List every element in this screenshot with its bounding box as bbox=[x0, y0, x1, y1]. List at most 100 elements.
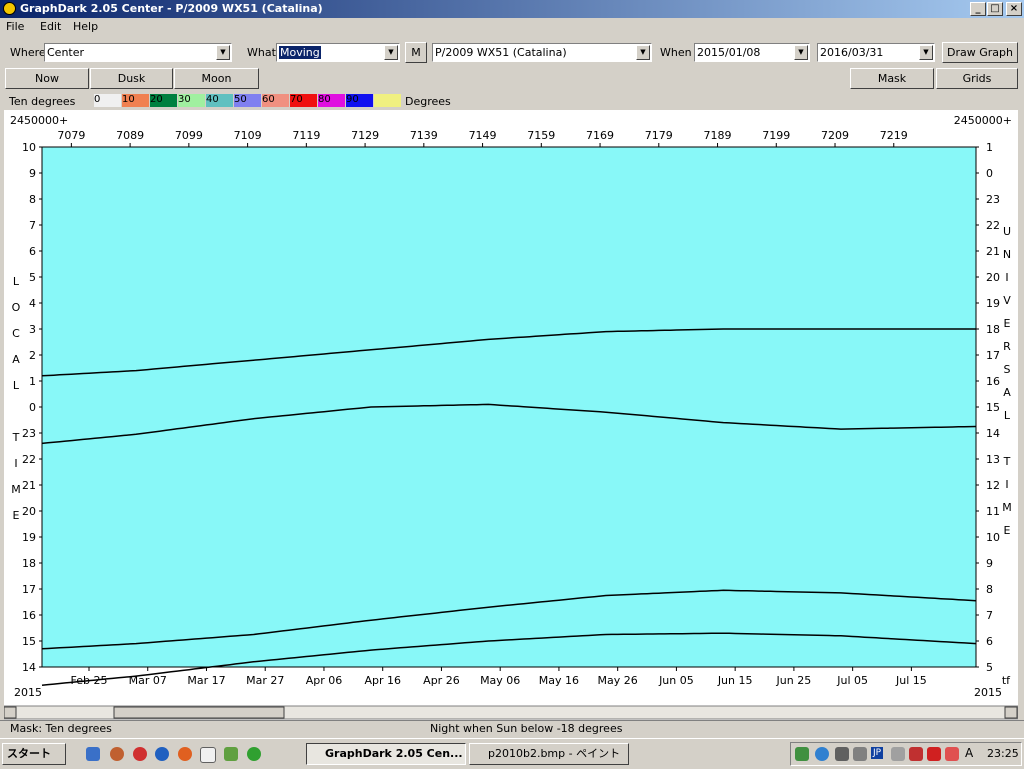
menu-help[interactable]: Help bbox=[73, 20, 98, 33]
mask-button[interactable]: Mask bbox=[850, 68, 934, 89]
quicklaunch-desktop-icon[interactable] bbox=[86, 747, 100, 761]
left-tick-label: 6 bbox=[29, 245, 36, 258]
top-tick-label: 7109 bbox=[234, 129, 262, 142]
legend-swatch: 0 bbox=[94, 94, 121, 107]
left-tick-label: 15 bbox=[22, 635, 36, 648]
right-axis-letter: V bbox=[1003, 294, 1011, 307]
top-tick-label: 7089 bbox=[116, 129, 144, 142]
tray-ime-indicator[interactable]: JP bbox=[871, 747, 884, 759]
scrollbar-thumb[interactable] bbox=[113, 706, 285, 719]
quicklaunch-app-icon[interactable] bbox=[110, 747, 124, 761]
grids-button[interactable]: Grids bbox=[936, 68, 1018, 89]
bottom-tick-label: Feb 25 bbox=[71, 674, 108, 687]
right-tick-label: 8 bbox=[986, 583, 993, 596]
task-paint[interactable]: p2010b2.bmp - ペイント bbox=[469, 743, 629, 765]
top-tick-label: 7099 bbox=[175, 129, 203, 142]
right-tick-label: 6 bbox=[986, 635, 993, 648]
left-tick-label: 17 bbox=[22, 583, 36, 596]
right-tick-label: 13 bbox=[986, 453, 1000, 466]
left-axis-letter: O bbox=[12, 301, 21, 314]
bottom-tick-label: Apr 26 bbox=[423, 674, 460, 687]
right-tick-label: 20 bbox=[986, 271, 1000, 284]
m-button[interactable]: M bbox=[405, 42, 427, 63]
top-axis-prefix-right: 2450000+ bbox=[954, 114, 1012, 127]
status-bar: Mask: Ten degrees Night when Sun below -… bbox=[0, 720, 1024, 735]
tray-app-icon[interactable] bbox=[909, 747, 923, 761]
left-axis-letter: I bbox=[14, 457, 17, 470]
object-value: P/2009 WX51 (Catalina) bbox=[435, 46, 567, 59]
start-date-select[interactable]: 2015/01/08 ▼ bbox=[694, 43, 810, 62]
right-tick-label: 23 bbox=[986, 193, 1000, 206]
left-tick-label: 18 bbox=[22, 557, 36, 570]
moon-button[interactable]: Moon bbox=[174, 68, 259, 89]
right-axis-letter: I bbox=[1005, 478, 1008, 491]
tray-ime-mode[interactable]: A bbox=[965, 746, 973, 760]
quicklaunch-browser-icon[interactable] bbox=[155, 747, 169, 761]
right-tick-label: 9 bbox=[986, 557, 993, 570]
bottom-tick-label: Mar 17 bbox=[187, 674, 225, 687]
top-axis-prefix-left: 2450000+ bbox=[10, 114, 68, 127]
when-label: When bbox=[660, 46, 692, 59]
where-select[interactable]: Center ▼ bbox=[44, 43, 232, 62]
what-select[interactable]: Moving ▼ bbox=[276, 43, 400, 62]
left-axis-letter: L bbox=[13, 275, 20, 288]
chevron-down-icon: ▼ bbox=[794, 45, 808, 60]
quicklaunch-firefox-icon[interactable] bbox=[178, 747, 192, 761]
legend-swatch: 20 bbox=[150, 94, 177, 107]
right-axis-letter: T bbox=[1003, 455, 1011, 468]
tray-volume-icon[interactable] bbox=[853, 747, 867, 761]
object-select[interactable]: P/2009 WX51 (Catalina) ▼ bbox=[432, 43, 652, 62]
top-tick-label: 7209 bbox=[821, 129, 849, 142]
quicklaunch-music-icon[interactable] bbox=[224, 747, 238, 761]
now-button[interactable]: Now bbox=[5, 68, 89, 89]
top-tick-label: 7159 bbox=[527, 129, 555, 142]
start-button[interactable]: スタート bbox=[2, 743, 66, 765]
menu-file[interactable]: File bbox=[6, 20, 24, 33]
right-axis-letter: M bbox=[1002, 501, 1012, 514]
right-tick-label: 12 bbox=[986, 479, 1000, 492]
minimize-button[interactable]: _ bbox=[970, 2, 986, 16]
tray-network-icon[interactable] bbox=[795, 747, 809, 761]
legend-swatch-label: 10 bbox=[122, 94, 135, 105]
tray-device-icon[interactable] bbox=[835, 747, 849, 761]
left-tick-label: 5 bbox=[29, 271, 36, 284]
draw-graph-button[interactable]: Draw Graph bbox=[942, 42, 1018, 63]
tray-globe-icon[interactable] bbox=[815, 747, 829, 761]
top-tick-label: 7129 bbox=[351, 129, 379, 142]
bottom-tick-label: Mar 07 bbox=[129, 674, 167, 687]
close-button[interactable]: × bbox=[1006, 2, 1022, 16]
system-tray: JP A 23:25 bbox=[790, 742, 1022, 766]
daylight-area bbox=[42, 147, 976, 667]
legend-swatch-label: 50 bbox=[234, 94, 247, 105]
left-axis-letter: M bbox=[11, 483, 21, 496]
legend-right-label: Degrees bbox=[405, 95, 451, 108]
bottom-tick-label: Jul 05 bbox=[836, 674, 868, 687]
top-tick-label: 7119 bbox=[292, 129, 320, 142]
right-axis-letter: E bbox=[1004, 317, 1011, 330]
legend-left-label: Ten degrees bbox=[9, 95, 76, 108]
scroll-left-button[interactable] bbox=[3, 706, 17, 719]
right-axis-letter: I bbox=[1005, 271, 1008, 284]
right-axis-letter: N bbox=[1003, 248, 1011, 261]
right-tick-label: 18 bbox=[986, 323, 1000, 336]
tray-za-icon[interactable] bbox=[927, 747, 941, 761]
task-graphdark[interactable]: GraphDark 2.05 Cen... bbox=[306, 743, 466, 765]
right-tick-label: 22 bbox=[986, 219, 1000, 232]
tray-alert-icon[interactable] bbox=[945, 747, 959, 761]
status-left: Mask: Ten degrees bbox=[10, 722, 112, 735]
end-date-select[interactable]: 2016/03/31 ▼ bbox=[817, 43, 935, 62]
tray-keyboard-icon[interactable] bbox=[891, 747, 905, 761]
left-axis-letter: A bbox=[12, 353, 20, 366]
quicklaunch-opera-icon[interactable] bbox=[133, 747, 147, 761]
scroll-right-button[interactable] bbox=[1004, 706, 1018, 719]
left-tick-label: 0 bbox=[29, 401, 36, 414]
quicklaunch-player-icon[interactable] bbox=[247, 747, 261, 761]
quicklaunch-notepad-icon[interactable] bbox=[200, 747, 216, 763]
right-tick-label: 15 bbox=[986, 401, 1000, 414]
chevron-down-icon: ▼ bbox=[919, 45, 933, 60]
right-tick-label: 21 bbox=[986, 245, 1000, 258]
menu-edit[interactable]: Edit bbox=[40, 20, 61, 33]
status-center: Night when Sun below -18 degrees bbox=[430, 722, 623, 735]
dusk-button[interactable]: Dusk bbox=[90, 68, 173, 89]
maximize-button[interactable]: □ bbox=[987, 2, 1003, 16]
